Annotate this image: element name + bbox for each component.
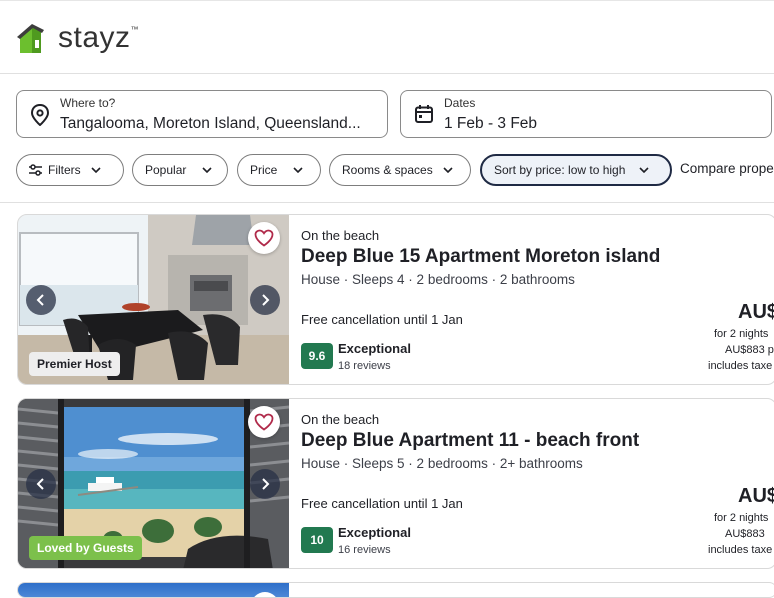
- chevron-left-icon: [36, 294, 44, 306]
- chevron-right-icon: [262, 478, 270, 490]
- location-pin-icon: [30, 103, 50, 131]
- chevron-down-icon: [443, 167, 453, 173]
- sort-label: Sort by price: low to high: [494, 163, 626, 177]
- sort-dropdown[interactable]: Sort by price: low to high: [480, 154, 672, 186]
- save-favourite-button[interactable]: [248, 406, 280, 438]
- listing-card[interactable]: Loved by Guests On the beach Deep Blue A…: [17, 398, 774, 569]
- premier-host-badge: Premier Host: [29, 352, 120, 376]
- listing-title[interactable]: Deep Blue Apartment 11 - beach front: [301, 430, 639, 452]
- next-photo-button[interactable]: [250, 469, 280, 499]
- heart-icon: [254, 413, 274, 431]
- house-logo-icon: [17, 24, 44, 53]
- save-favourite-button[interactable]: [248, 222, 280, 254]
- review-count: 18 reviews: [338, 360, 391, 372]
- listing-info: On the beach Deep Blue 15 Apartment More…: [301, 215, 774, 384]
- listing-card-partial[interactable]: [17, 582, 774, 598]
- total-price: AU$: [738, 301, 774, 323]
- dates-value: 1 Feb - 3 Feb: [444, 115, 538, 132]
- chevron-right-icon: [262, 294, 270, 306]
- chevron-down-icon: [293, 167, 303, 173]
- stayz-logo[interactable]: stayz ™: [17, 21, 139, 55]
- review-score: 10: [301, 527, 333, 553]
- chevron-down-icon: [639, 167, 649, 173]
- price-taxes-note: includes taxe: [708, 360, 773, 372]
- destination-value: Tangalooma, Moreton Island, Queensland..…: [60, 115, 361, 132]
- total-price: AU$: [738, 485, 774, 507]
- price-taxes-note: includes taxe: [708, 544, 773, 556]
- rooms-spaces-label: Rooms & spaces: [342, 163, 433, 177]
- chevron-left-icon: [36, 478, 44, 490]
- review-count: 16 reviews: [338, 544, 391, 556]
- logo-wordmark: stayz: [58, 21, 131, 54]
- price-label: Price: [250, 163, 278, 177]
- destination-label: Where to?: [60, 96, 116, 110]
- price-filter-button[interactable]: Price: [237, 154, 321, 186]
- logo-trademark: ™: [130, 24, 139, 34]
- listing-title[interactable]: Deep Blue 15 Apartment Moreton island: [301, 246, 660, 268]
- rooms-spaces-filter-button[interactable]: Rooms & spaces: [329, 154, 471, 186]
- listing-tag: On the beach: [301, 412, 380, 427]
- loved-by-guests-badge: Loved by Guests: [29, 536, 142, 560]
- listing-photo-partial: [18, 583, 289, 597]
- listing-info: On the beach Deep Blue Apartment 11 - be…: [301, 399, 774, 568]
- listing-photo[interactable]: Premier Host: [18, 215, 289, 384]
- popular-filter-button[interactable]: Popular: [132, 154, 228, 186]
- listing-tag: On the beach: [301, 228, 380, 243]
- review-score: 9.6: [301, 343, 333, 369]
- popular-label: Popular: [145, 163, 187, 177]
- dates-field[interactable]: Dates 1 Feb - 3 Feb: [400, 90, 772, 138]
- rating-label: Exceptional: [338, 525, 411, 540]
- cancellation-policy: Free cancellation until 1 Jan: [301, 312, 463, 327]
- chevron-down-icon: [202, 167, 212, 173]
- price-nights: for 2 nights: [714, 328, 769, 340]
- compare-label: Compare properties: [680, 161, 774, 176]
- price-nights: for 2 nights: [714, 512, 769, 524]
- listing-details: House · Sleeps 5 · 2 bedrooms · 2+ bathr…: [301, 456, 583, 471]
- price-per-night: AU$883: [725, 528, 765, 540]
- compare-properties-toggle[interactable]: Compare properties: [680, 161, 774, 176]
- filters-label: Filters: [48, 163, 81, 177]
- destination-field[interactable]: Where to? Tangalooma, Moreton Island, Qu…: [16, 90, 388, 138]
- price-per-night: AU$883 p: [725, 344, 774, 356]
- listing-details: House · Sleeps 4 · 2 bedrooms · 2 bathro…: [301, 272, 575, 287]
- sliders-icon: [29, 164, 42, 176]
- next-photo-button[interactable]: [250, 285, 280, 315]
- listing-photo[interactable]: Loved by Guests: [18, 399, 289, 568]
- previous-photo-button[interactable]: [26, 285, 56, 315]
- chevron-down-icon: [91, 167, 101, 173]
- cancellation-policy: Free cancellation until 1 Jan: [301, 496, 463, 511]
- top-bar: stayz ™: [0, 0, 774, 74]
- calendar-icon: [414, 104, 434, 129]
- dates-label: Dates: [444, 96, 476, 110]
- heart-icon: [254, 229, 274, 247]
- divider: [0, 202, 774, 203]
- rating-label: Exceptional: [338, 341, 411, 356]
- filters-button[interactable]: Filters: [16, 154, 124, 186]
- listing-card[interactable]: Premier Host On the beach Deep Blue 15 A…: [17, 214, 774, 385]
- previous-photo-button[interactable]: [26, 469, 56, 499]
